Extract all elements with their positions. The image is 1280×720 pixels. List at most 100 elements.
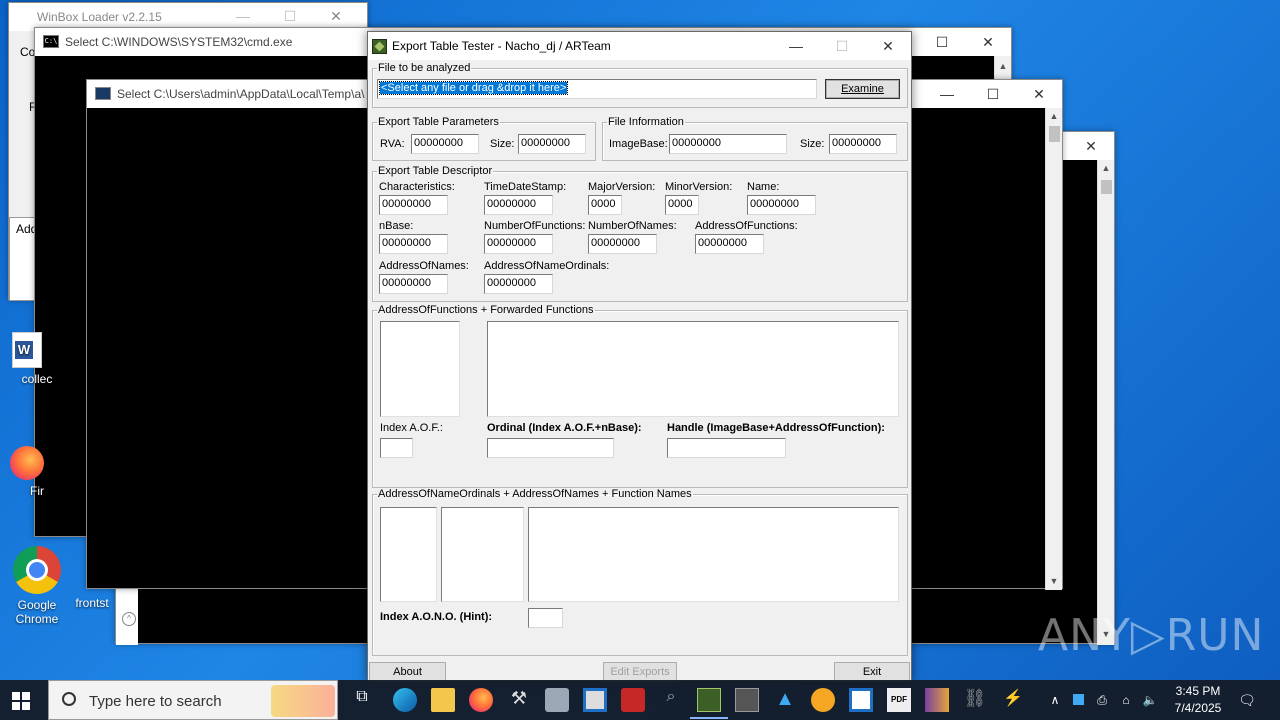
- app-icon-5[interactable]: [849, 688, 873, 712]
- minorversion-field[interactable]: 0000: [665, 195, 699, 215]
- cmd-title: Select C:\WINDOWS\SYSTEM32\cmd.exe: [65, 35, 293, 49]
- taskbar-search-box[interactable]: Type here to search: [48, 680, 338, 720]
- winbox-minimize-button[interactable]: —: [220, 2, 266, 30]
- ett-minimize-button[interactable]: —: [773, 32, 819, 60]
- majorversion-field[interactable]: 0000: [588, 195, 622, 215]
- app-icon-4[interactable]: [811, 688, 835, 712]
- firefox-icon: [10, 446, 44, 480]
- windows-start-icon[interactable]: [12, 692, 30, 710]
- ett-maximize-button[interactable]: ☐: [819, 32, 865, 60]
- rva-label: RVA:: [380, 138, 405, 150]
- console-icon: [95, 87, 111, 100]
- scroll-thumb[interactable]: [1049, 126, 1060, 142]
- tray-app-icon[interactable]: [1070, 680, 1086, 720]
- handle-label: Handle (ImageBase+AddressOfFunction):: [667, 422, 885, 434]
- arch-app-icon[interactable]: ▲: [773, 688, 797, 712]
- volume-icon[interactable]: 🔈: [1140, 680, 1160, 720]
- info-size-label: Size:: [800, 138, 825, 150]
- winbox-maximize-button[interactable]: ☐: [267, 2, 313, 30]
- function-names-list[interactable]: [528, 507, 899, 602]
- scroll-thumb[interactable]: [1101, 180, 1112, 194]
- imagebase-label: ImageBase:: [609, 138, 668, 150]
- exit-button[interactable]: Exit: [834, 662, 910, 682]
- desktop-icon-label: frontst: [75, 596, 109, 610]
- addrofnames-field[interactable]: 00000000: [379, 274, 448, 294]
- winrar-icon[interactable]: [925, 688, 949, 712]
- cmd-close-button[interactable]: ✕: [965, 28, 1011, 56]
- characteristics-field[interactable]: 00000000: [379, 195, 448, 215]
- desktop-icon-label: Fir: [30, 484, 44, 498]
- scroll-up-icon[interactable]: ▲: [1046, 108, 1062, 125]
- addrofnameordinals-field[interactable]: 00000000: [484, 274, 553, 294]
- scroll-up-icon[interactable]: ▲: [1098, 160, 1114, 177]
- name-field[interactable]: 00000000: [747, 195, 816, 215]
- nbase-field[interactable]: 00000000: [379, 234, 448, 254]
- scroll-down-icon[interactable]: ▼: [1046, 573, 1062, 590]
- index-aono-field[interactable]: [528, 608, 563, 628]
- desktop-icon-frontst[interactable]: frontst: [62, 596, 122, 610]
- ett-titlebar[interactable]: Export Table Tester - Nacho_dj / ARTeam …: [368, 32, 911, 60]
- handle-field[interactable]: [667, 438, 786, 458]
- console2-scrollbar[interactable]: ▲ ▼: [1045, 108, 1062, 590]
- file-path-input[interactable]: <Select any file or drag &drop it here>: [377, 79, 817, 99]
- addroffunctions-field[interactable]: 00000000: [695, 234, 764, 254]
- rva-field[interactable]: 00000000: [411, 134, 479, 154]
- nbase-label: nBase:: [379, 220, 414, 232]
- timedatestamp-field[interactable]: 00000000: [484, 195, 553, 215]
- console3-close-button[interactable]: ✕: [1068, 132, 1114, 160]
- imagebase-field[interactable]: 00000000: [669, 134, 787, 154]
- size-field[interactable]: 00000000: [518, 134, 586, 154]
- names-list[interactable]: [441, 507, 524, 602]
- pdf-app-icon[interactable]: PDF: [887, 688, 911, 712]
- file-explorer-icon[interactable]: [431, 688, 455, 712]
- about-button[interactable]: About: [369, 662, 446, 682]
- tray-overflow-icon[interactable]: ∧: [1044, 680, 1066, 720]
- edit-exports-button[interactable]: Edit Exports: [603, 662, 677, 682]
- desktop-icon-word[interactable]: W collec: [0, 332, 74, 386]
- gift-app-icon[interactable]: [621, 688, 645, 712]
- console2-close-button[interactable]: ✕: [1016, 80, 1062, 108]
- console2-title: Select C:\Users\admin\AppData\Local\Temp…: [117, 87, 365, 101]
- aof-functions-list[interactable]: [487, 321, 899, 417]
- console2-minimize-button[interactable]: —: [924, 80, 970, 108]
- cmd-icon: C:\: [43, 35, 59, 48]
- app-icon-1[interactable]: [545, 688, 569, 712]
- link-icon[interactable]: ⛓: [963, 688, 987, 712]
- app-icon-2[interactable]: [583, 688, 607, 712]
- console-taskbar-icon[interactable]: [735, 688, 759, 712]
- console2-maximize-button[interactable]: ☐: [970, 80, 1016, 108]
- console3-scrollbar[interactable]: ▲ ▼: [1097, 160, 1114, 645]
- desktop-icon-chrome[interactable]: Google Chrome: [0, 546, 74, 626]
- firefox-taskbar-icon[interactable]: [469, 688, 493, 712]
- winbox-close-button[interactable]: ✕: [313, 2, 359, 30]
- tray-device-icon[interactable]: ⎙: [1092, 680, 1112, 720]
- network-icon[interactable]: ⌂: [1116, 680, 1136, 720]
- name-ordinals-list[interactable]: [380, 507, 437, 602]
- characteristics-label: Characteristics:: [379, 181, 455, 193]
- export-table-tester-taskbar-icon[interactable]: [690, 688, 728, 719]
- clock[interactable]: 3:45 PM 7/4/2025: [1166, 680, 1230, 720]
- ordinal-label: Ordinal (Index A.O.F.+nBase):: [487, 422, 642, 434]
- export-table-tester-window[interactable]: Export Table Tester - Nacho_dj / ARTeam …: [367, 31, 912, 682]
- ett-close-button[interactable]: ✕: [865, 32, 911, 60]
- numfunctions-field[interactable]: 00000000: [484, 234, 553, 254]
- index-aof-field[interactable]: [380, 438, 413, 458]
- scroll-up-icon[interactable]: ▲: [995, 58, 1011, 75]
- app-icon-3[interactable]: ⌕: [659, 688, 683, 712]
- tools-icon[interactable]: ⚒: [507, 688, 531, 712]
- app-icon-6[interactable]: ⚡: [1001, 688, 1025, 712]
- edge-icon[interactable]: [393, 688, 417, 712]
- numnames-field[interactable]: 00000000: [588, 234, 657, 254]
- notification-icon[interactable]: 🗨: [1236, 680, 1258, 720]
- desktop-icon-firefox[interactable]: Fir: [0, 446, 74, 498]
- word-icon: W: [12, 332, 42, 368]
- file-group-label: File to be analyzed: [378, 62, 471, 74]
- task-view-icon[interactable]: ⧉: [350, 688, 374, 712]
- cmd-maximize-button[interactable]: ☐: [919, 28, 965, 56]
- numnames-label: NumberOfNames:: [588, 220, 677, 232]
- aof-index-list[interactable]: [380, 321, 460, 417]
- ordinal-field[interactable]: [487, 438, 614, 458]
- chrome-icon: [13, 546, 61, 594]
- info-size-field[interactable]: 00000000: [829, 134, 897, 154]
- examine-button[interactable]: Examine: [825, 79, 900, 99]
